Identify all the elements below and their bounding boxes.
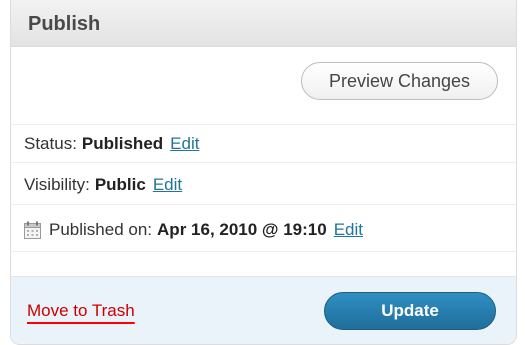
update-button[interactable]: Update (324, 292, 496, 330)
publish-box-header: Publish (11, 0, 516, 47)
published-on-label: Published on: (49, 219, 153, 239)
visibility-value: Public (94, 175, 146, 194)
publish-box: Publish Preview Changes Status: Publishe… (10, 0, 517, 345)
published-on-row: Published on: Apr 16, 2010 @ 19:10 Edit (11, 208, 516, 252)
status-label: Status: (24, 133, 77, 153)
status-edit-link[interactable]: Edit (170, 134, 199, 154)
status-value: Published (81, 133, 164, 153)
publish-box-footer: Move to Trash Update (11, 276, 516, 344)
status-row: Status: Published Edit (11, 124, 516, 163)
visibility-label: Visibility: (24, 175, 90, 194)
calendar-icon (24, 221, 41, 239)
publish-box-title: Publish (28, 13, 101, 35)
published-on-value: Apr 16, 2010 @ 19:10 (157, 219, 327, 239)
published-on-edit-link[interactable]: Edit (334, 220, 363, 240)
preview-changes-button[interactable]: Preview Changes (301, 62, 498, 100)
move-to-trash-link[interactable]: Move to Trash (27, 301, 135, 321)
visibility-edit-link[interactable]: Edit (153, 175, 182, 195)
visibility-row: Visibility: Public Edit (11, 166, 516, 205)
